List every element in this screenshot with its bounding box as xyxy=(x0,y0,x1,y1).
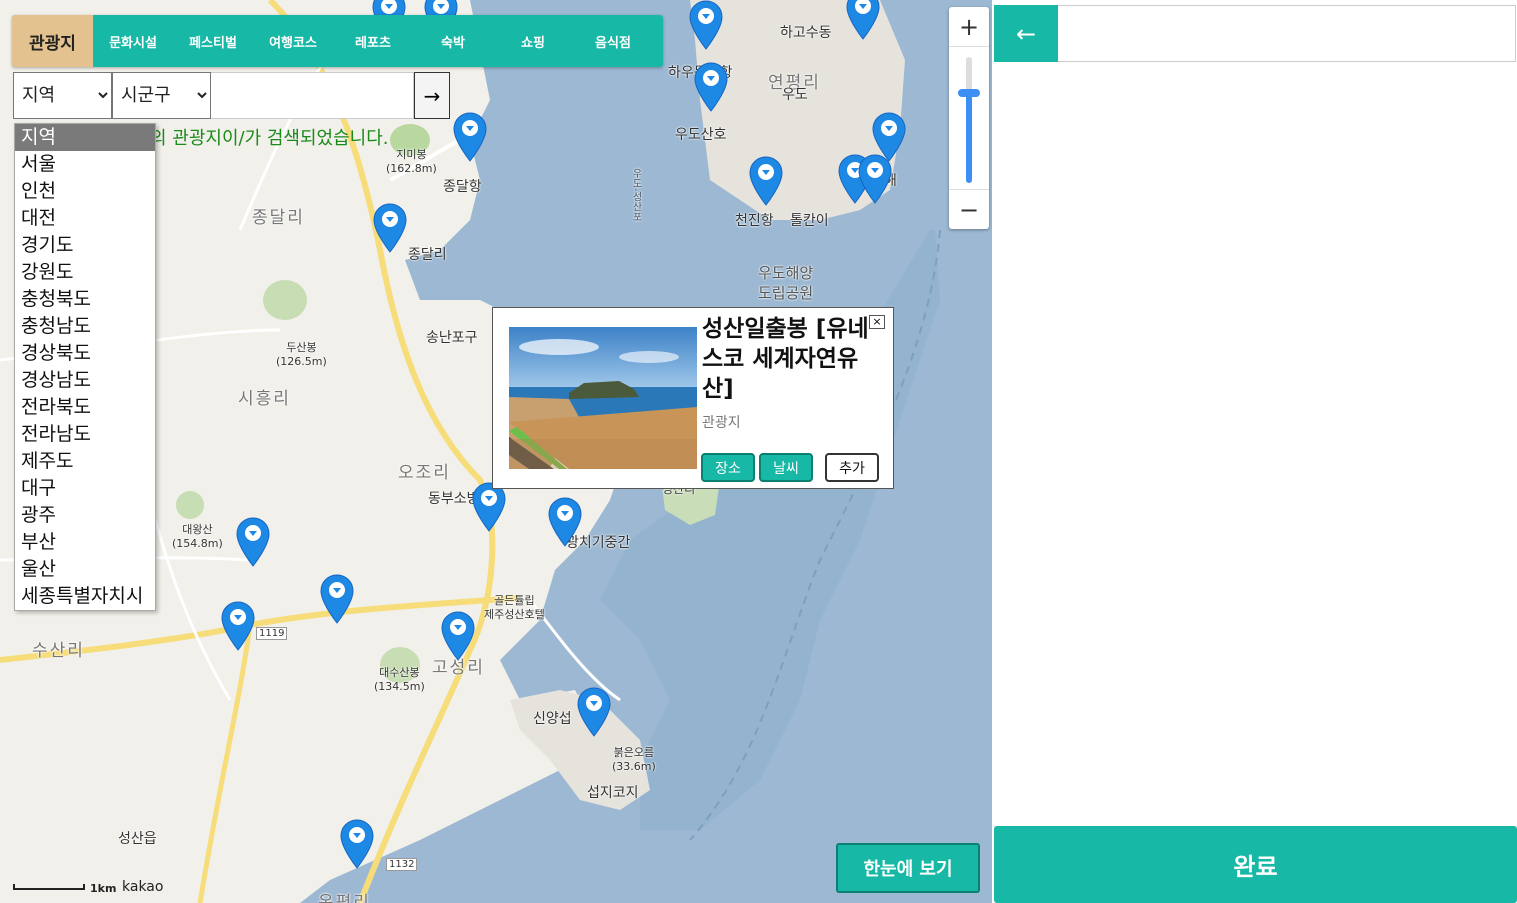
kakao-logo: kakao xyxy=(122,879,164,895)
region-option[interactable]: 울산 xyxy=(15,556,155,583)
map-pin-icon[interactable] xyxy=(548,497,582,547)
map-pin-icon[interactable] xyxy=(221,601,255,651)
map-label-dusanbong: 두산봉 (126.5m) xyxy=(276,341,327,368)
result-message: 의 관광지이/가 검색되었습니다. xyxy=(150,128,389,149)
map-label-udo-park-1: 우도해양 xyxy=(758,264,814,282)
map-pin-icon[interactable] xyxy=(858,154,892,204)
region-option[interactable]: 충청남도 xyxy=(15,313,155,340)
map-label-cheonjinhang: 천진항 xyxy=(735,213,774,229)
map-label-songnanpo: 송난포구 xyxy=(426,330,478,346)
map-canvas[interactable]: 지미봉 (162.8m) 종달항 종달리 종달리 송난포구 두산봉 (126.5m)… xyxy=(0,0,992,903)
plan-panel: ← 완료 xyxy=(992,0,1517,903)
map-label-susanri: 수산리 xyxy=(32,641,85,661)
map-label-jongdalri-area: 종달리 xyxy=(252,208,305,228)
map-pin-icon[interactable] xyxy=(694,62,728,112)
close-icon[interactable]: × xyxy=(869,315,885,329)
map-label-jongdalri: 종달리 xyxy=(408,247,447,263)
region-option[interactable]: 전라남도 xyxy=(15,421,155,448)
zoom-control: + − xyxy=(949,7,989,229)
region-option[interactable]: 강원도 xyxy=(15,259,155,286)
place-button[interactable]: 장소 xyxy=(701,453,755,482)
map-label-bulgeunoreum: 붉은오름 (33.6m) xyxy=(612,746,656,773)
done-button[interactable]: 완료 xyxy=(994,826,1517,903)
road-sign-1132: 1132 xyxy=(386,858,418,871)
map-label-siheungri: 시흥리 xyxy=(238,389,291,409)
map-pin-icon[interactable] xyxy=(441,611,475,661)
tab-shopping[interactable]: 쇼핑 xyxy=(493,15,573,67)
map-label-udo: 우도 xyxy=(782,87,808,103)
map-label-jongdalhang: 종달항 xyxy=(443,179,482,195)
scale-label: 1km xyxy=(90,882,117,895)
category-tabs: 관광지 문화시설 페스티벌 여행코스 레포츠 숙박 쇼핑 음식점 xyxy=(12,15,663,67)
region-dropdown-list: 지역 서울 인천 대전 경기도 강원도 충청북도 충청남도 경상북도 경상남도 전라북도 전라남도 제주… xyxy=(14,123,156,611)
map-label-ojori: 오조리 xyxy=(398,463,451,483)
region-select[interactable]: 지역 xyxy=(13,72,112,119)
place-photo xyxy=(509,327,697,469)
search-go-button[interactable]: → xyxy=(414,72,450,119)
map-label-seongsaneup: 성산읍 xyxy=(118,831,157,847)
map-pin-icon[interactable] xyxy=(320,574,354,624)
scale-bar xyxy=(13,884,85,890)
tab-culture[interactable]: 문화시설 xyxy=(93,15,173,67)
map-pin-icon[interactable] xyxy=(749,156,783,206)
tab-course[interactable]: 여행코스 xyxy=(253,15,333,67)
region-option[interactable]: 대전 xyxy=(15,205,155,232)
zoom-slider-handle[interactable] xyxy=(958,89,980,98)
region-option[interactable]: 부산 xyxy=(15,529,155,556)
weather-button[interactable]: 날씨 xyxy=(759,453,813,482)
map-label-udosanho: 우도산호 xyxy=(675,127,727,143)
region-option[interactable]: 세종특별자치시 xyxy=(15,583,155,610)
region-option[interactable]: 지역 xyxy=(15,124,155,151)
map-pin-icon[interactable] xyxy=(453,112,487,162)
map-label-daewangsan: 대왕산 (154.8m) xyxy=(172,523,223,550)
place-info-popup: 성산일출봉 [유네스코 세계자연유산] 관광지 × 장소 날씨 추가 xyxy=(492,307,894,489)
map-label-hagosudong: 하고수동 xyxy=(780,25,832,41)
region-option[interactable]: 광주 xyxy=(15,502,155,529)
map-pin-icon[interactable] xyxy=(236,517,270,567)
back-button[interactable]: ← xyxy=(994,5,1058,62)
region-option[interactable]: 충청북도 xyxy=(15,286,155,313)
region-option[interactable]: 제주도 xyxy=(15,448,155,475)
tab-leports[interactable]: 레포츠 xyxy=(333,15,413,67)
place-title: 성산일출봉 [유네스코 세계자연유산] xyxy=(702,316,869,402)
plan-title-input[interactable] xyxy=(1058,5,1516,62)
map-pin-icon[interactable] xyxy=(340,819,374,869)
search-input[interactable] xyxy=(211,72,414,119)
map-label-sinyang: 신양섭 xyxy=(533,711,572,727)
map-label-seopjikoji: 섭지코지 xyxy=(587,785,639,801)
map-label-tolkani: 톨칸이 xyxy=(790,213,829,229)
map-pin-icon[interactable] xyxy=(846,0,880,40)
map-label-udo-park-2: 도립공원 xyxy=(758,284,814,302)
region-option[interactable]: 서울 xyxy=(15,151,155,178)
tab-lodging[interactable]: 숙박 xyxy=(413,15,493,67)
tab-restaurant[interactable]: 음식점 xyxy=(573,15,653,67)
map-pin-icon[interactable] xyxy=(472,482,506,532)
map-label-ferry-route: 우도-성산포 xyxy=(630,168,641,222)
region-option[interactable]: 인천 xyxy=(15,178,155,205)
region-option[interactable]: 대구 xyxy=(15,475,155,502)
place-category: 관광지 xyxy=(702,415,741,431)
road-sign-1119: 1119 xyxy=(256,627,288,640)
map-pin-icon[interactable] xyxy=(373,203,407,253)
map-pin-icon[interactable] xyxy=(689,0,723,50)
region-option[interactable]: 경기도 xyxy=(15,232,155,259)
region-option[interactable]: 전라북도 xyxy=(15,394,155,421)
map-label-golden-tulip: 골든튤립 제주성산호텔 xyxy=(484,594,545,621)
tab-tourist-spot[interactable]: 관광지 xyxy=(12,15,93,67)
region-option[interactable]: 경상북도 xyxy=(15,340,155,367)
district-select[interactable]: 시군구 xyxy=(112,72,211,119)
zoom-out-button[interactable]: − xyxy=(949,189,989,229)
tab-festival[interactable]: 페스티벌 xyxy=(173,15,253,67)
region-option[interactable]: 경상남도 xyxy=(15,367,155,394)
map-label-ohpyeongri: 온평리 xyxy=(318,893,371,903)
add-button[interactable]: 추가 xyxy=(825,453,879,482)
map-label-daesusanbong: 대수산봉 (134.5m) xyxy=(374,666,425,693)
map-label-jimibong: 지미봉 (162.8m) xyxy=(386,148,437,175)
search-bar: 지역 시군구 → xyxy=(13,72,450,119)
zoom-slider-fill xyxy=(966,93,972,183)
zoom-in-button[interactable]: + xyxy=(949,7,989,47)
overview-button[interactable]: 한눈에 보기 xyxy=(836,843,980,893)
map-pin-icon[interactable] xyxy=(577,687,611,737)
